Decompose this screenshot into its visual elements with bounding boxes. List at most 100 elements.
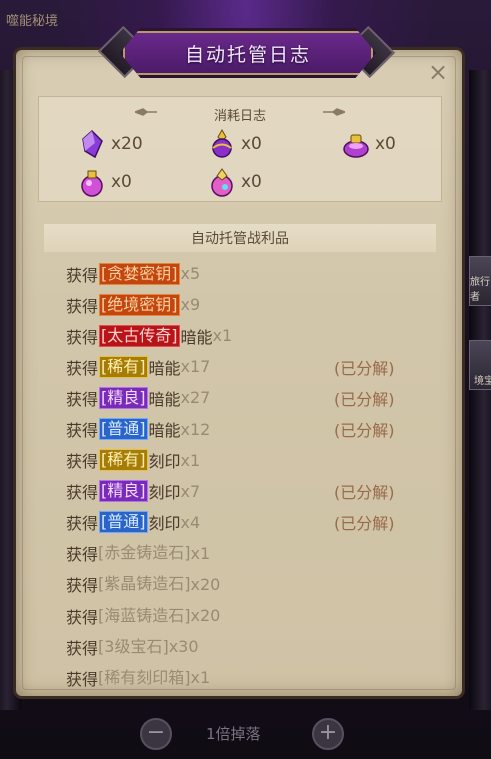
loot-item-name: 刻印 [148, 514, 181, 534]
loot-prefix: 获得 [66, 327, 99, 347]
loot-item-name: 刻印 [148, 483, 181, 503]
loot-prefix: 获得 [66, 483, 99, 503]
loot-quality-tag: [稀有刻印箱] [98, 667, 191, 687]
loot-row: 获得 [贪婪密钥] x5 [66, 258, 426, 289]
pink-potion-icon [81, 170, 103, 197]
loot-prefix: 获得 [66, 421, 99, 441]
loot-row: 获得 [稀有] 暗能 x17 (已分解) [66, 351, 426, 382]
loot-quantity: x4 [180, 512, 201, 532]
loot-quality-tag: [稀有] [99, 449, 148, 472]
loot-item-name: 刻印 [148, 452, 181, 472]
loot-prefix: 获得 [66, 669, 99, 689]
loot-row: 获得 [普通] 暗能 x12 (已分解) [66, 413, 426, 444]
consume-item: x20 [77, 129, 143, 159]
loot-quantity: x1 [180, 450, 201, 470]
loot-quality-tag: [贪婪密钥] [99, 262, 180, 285]
drop-multiplier-label: 1倍掉落 [206, 725, 261, 743]
loot-prefix: 获得 [66, 607, 99, 627]
loot-quality-tag: [绝境密钥] [99, 293, 180, 316]
loot-row: 获得 [太古传奇] 暗能 x1 [66, 320, 426, 351]
decomposed-note: (已分解) [334, 483, 395, 503]
decomposed-note: (已分解) [334, 421, 395, 441]
scene-name-text: 噬能秘境 [6, 14, 59, 29]
loot-quantity: x7 [180, 481, 201, 501]
consumption-log-box: 消耗日志 x20 x0 x0 x0 x0 [38, 96, 442, 202]
loot-quantity: x20 [190, 606, 221, 626]
side-icon-travel[interactable]: 旅行者 [469, 256, 491, 306]
loot-quality-tag: [太古传奇] [99, 324, 180, 347]
loot-prefix: 获得 [66, 296, 99, 316]
loot-prefix: 获得 [66, 545, 99, 565]
loot-row: 获得 [精良] 刻印 x7 (已分解) [66, 476, 426, 507]
loot-list[interactable]: 获得 [贪婪密钥] x5 获得 [绝境密钥] x9 获得 [太古传奇] 暗能 x1 获得 [稀有] 暗能… [66, 258, 426, 693]
loot-quality-tag: [精良] [99, 480, 148, 503]
consume-count: x0 [241, 172, 262, 192]
loot-item-name: 暗能 [180, 327, 213, 347]
close-button[interactable]: × [426, 60, 450, 84]
loot-row: 获得 [紫晶铸造石] x20 [66, 569, 426, 600]
decrease-drop-button[interactable]: − [140, 718, 172, 750]
loot-row: 获得 [精良] 暗能 x27 (已分解) [66, 382, 426, 413]
right-side-panel: 旅行者 境宝 [469, 70, 491, 710]
consume-count: x20 [111, 134, 143, 154]
loot-row: 获得 [海蓝铸造石] x20 [66, 600, 426, 631]
consume-item: x0 [207, 129, 262, 159]
loot-prefix: 获得 [66, 576, 99, 596]
consumption-log-title: 消耗日志 [213, 109, 266, 124]
loot-quantity: x17 [180, 357, 211, 377]
loot-item-name: 暗能 [148, 358, 181, 378]
loot-prefix: 获得 [66, 452, 99, 472]
loot-header: 自动托管战利品 [44, 224, 436, 252]
loot-row: 获得 [稀有刻印箱] x1 [66, 662, 426, 693]
decomposed-note: (已分解) [334, 389, 395, 409]
purple-potion-bowl-icon [343, 134, 369, 158]
loot-quality-tag: [普通] [99, 418, 148, 441]
consume-count: x0 [241, 134, 262, 154]
loot-quantity: x30 [168, 637, 199, 657]
loot-quality-tag: [海蓝铸造石] [98, 605, 191, 625]
loot-row: 获得 [普通] 刻印 x4 (已分解) [66, 507, 426, 538]
loot-quality-tag: [普通] [99, 511, 148, 534]
loot-item-name: 暗能 [148, 389, 181, 409]
pink-gem-potion-icon [211, 168, 233, 197]
loot-prefix: 获得 [66, 389, 99, 409]
side-icon-label: 境宝 [474, 376, 491, 387]
loot-row: 获得 [绝境密钥] x9 [66, 289, 426, 320]
side-icon-treasure[interactable]: 境宝 [469, 340, 491, 390]
loot-quality-tag: [稀有] [99, 355, 148, 378]
title-banner: 自动托管日志 [120, 28, 376, 78]
loot-quality-tag: [赤金铸造石] [98, 543, 191, 563]
decomposed-note: (已分解) [334, 358, 395, 378]
loot-quality-tag: [3级宝石] [98, 636, 169, 656]
loot-item-name: 暗能 [148, 421, 181, 441]
loot-quantity: x1 [212, 326, 233, 346]
drop-multiplier-bar: − 1倍掉落 + [0, 712, 491, 752]
purple-crystal-icon [82, 129, 103, 159]
loot-prefix: 获得 [66, 638, 99, 658]
loot-quantity: x1 [190, 543, 211, 563]
ornament-right-icon [323, 108, 345, 116]
consume-count: x0 [375, 134, 396, 154]
consume-item: x0 [77, 167, 132, 197]
consume-item: x0 [341, 129, 396, 159]
loot-quality-tag: [精良] [99, 386, 148, 409]
side-icon-label: 旅行者 [470, 277, 490, 303]
loot-row: 获得 [稀有] 刻印 x1 [66, 445, 426, 476]
loot-prefix: 获得 [66, 265, 99, 285]
loot-quantity: x20 [190, 574, 221, 594]
loot-quantity: x27 [180, 388, 211, 408]
window-title: 自动托管日志 [184, 43, 311, 66]
consume-count: x0 [111, 172, 132, 192]
loot-prefix: 获得 [66, 358, 99, 378]
decomposed-note: (已分解) [334, 514, 395, 534]
loot-quantity: x12 [180, 419, 211, 439]
loot-prefix: 获得 [66, 514, 99, 534]
gold-purple-orb-icon [212, 129, 232, 158]
consume-item: x0 [207, 167, 262, 197]
loot-row: 获得 [赤金铸造石] x1 [66, 538, 426, 569]
loot-quality-tag: [紫晶铸造石] [98, 574, 191, 594]
loot-quantity: x1 [190, 668, 211, 688]
increase-drop-button[interactable]: + [312, 718, 344, 750]
loot-quantity: x5 [180, 264, 201, 284]
loot-row: 获得 [3级宝石] x30 [66, 631, 426, 662]
